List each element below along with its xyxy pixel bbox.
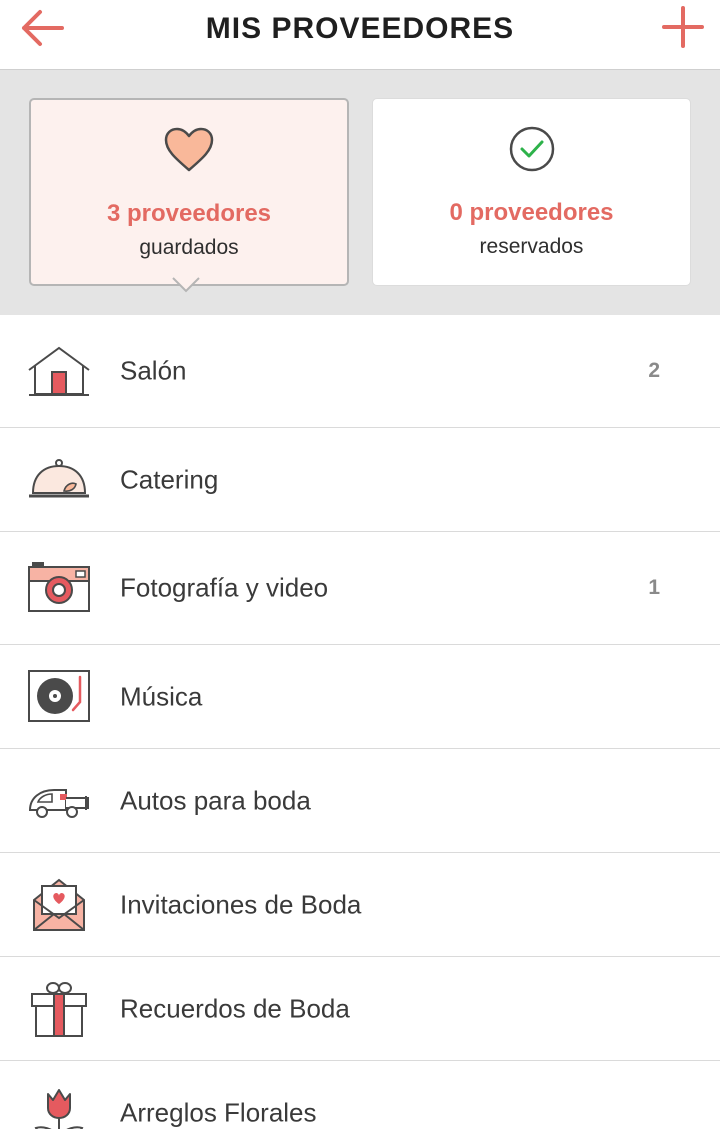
booked-count: 0 proveedores — [449, 199, 614, 226]
list-item-autos[interactable]: Autos para boda — [0, 749, 720, 853]
category-list: Salón 2 Catering Fotografía y video 1 Mú… — [0, 315, 720, 1129]
summary-panel: 3 proveedores guardados 0 proveedores re… — [0, 70, 720, 315]
category-label: Autos para boda — [120, 785, 311, 815]
cloche-icon — [29, 458, 89, 497]
saved-vendors-card[interactable]: 3 proveedores guardados — [29, 98, 349, 286]
booked-vendors-card[interactable]: 0 proveedores reservados — [372, 98, 691, 286]
gift-icon — [31, 981, 87, 1037]
category-label: Arreglos Florales — [120, 1097, 317, 1127]
car-icon — [28, 788, 89, 818]
plus-icon — [662, 6, 704, 48]
list-item-catering[interactable]: Catering — [0, 428, 720, 532]
camera-icon — [28, 562, 90, 612]
heart-icon — [164, 127, 214, 172]
list-item-invitaciones[interactable]: Invitaciones de Boda — [0, 853, 720, 957]
list-item-fotografia[interactable]: Fotografía y video 1 — [0, 532, 720, 645]
category-label: Invitaciones de Boda — [120, 889, 362, 919]
booked-label: reservados — [479, 235, 584, 258]
top-bar: MIS PROVEEDORES — [0, 0, 720, 70]
category-label: Catering — [120, 464, 219, 494]
envelope-icon — [33, 878, 85, 931]
list-item-recuerdos[interactable]: Recuerdos de Boda — [0, 957, 720, 1061]
list-item-salon[interactable]: Salón 2 — [0, 315, 720, 428]
saved-label: guardados — [139, 236, 239, 259]
house-icon — [28, 346, 90, 396]
card-pointer — [172, 277, 200, 293]
category-count: 2 — [648, 359, 660, 382]
category-count: 1 — [648, 576, 660, 599]
page-title: MIS PROVEEDORES — [205, 12, 515, 45]
check-circle-icon — [509, 126, 554, 172]
category-label: Música — [120, 681, 203, 711]
category-label: Recuerdos de Boda — [120, 993, 350, 1023]
tulip-icon — [34, 1088, 84, 1129]
list-item-arreglos[interactable]: Arreglos Florales — [0, 1061, 720, 1129]
list-item-musica[interactable]: Música — [0, 645, 720, 749]
saved-count: 3 proveedores — [106, 200, 272, 227]
add-button[interactable] — [660, 4, 706, 50]
category-label: Fotografía y video — [120, 572, 329, 603]
turntable-icon — [28, 669, 90, 722]
category-label: Salón — [120, 355, 187, 386]
